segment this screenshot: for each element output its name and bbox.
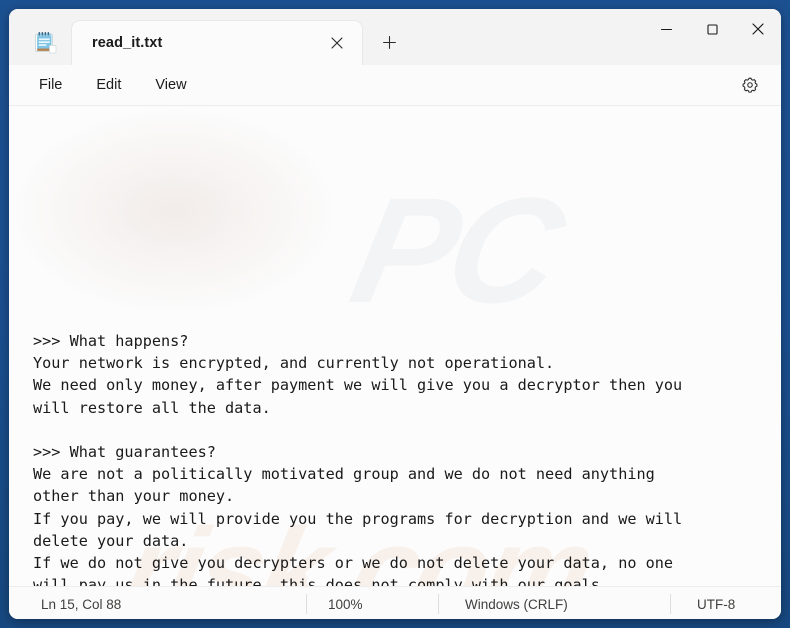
note-line: other than your money. (33, 487, 235, 506)
tab-label: read_it.txt (92, 35, 163, 51)
menu-item-file[interactable]: File (27, 72, 74, 98)
cursor-position[interactable]: Ln 15, Col 88 (41, 594, 306, 614)
note-line: >>> What guarantees? (33, 442, 216, 461)
menu-bar: File Edit View (9, 65, 781, 106)
maximize-button[interactable] (689, 9, 735, 49)
desktop-background: read_it.txt File Edit View PC risk.com >… (0, 0, 790, 628)
note-line: >>> What happens? (33, 332, 189, 350)
line-ending[interactable]: Windows (CRLF) (438, 594, 670, 614)
close-tab-icon[interactable] (322, 28, 352, 58)
note-line: delete your data. (33, 531, 189, 550)
note-line: We need only money, after payment we wil… (33, 376, 683, 395)
note-line: We are not a politically motivated group… (33, 465, 655, 484)
status-bar: Ln 15, Col 88 100% Windows (CRLF) UTF-8 (9, 586, 781, 619)
tab-strip: read_it.txt (72, 17, 406, 65)
ransom-note-text[interactable]: >>> What happens? Your network is encrypt… (9, 316, 781, 586)
watermark-blur (9, 106, 339, 316)
note-line: If we do not give you decrypters or we d… (33, 553, 674, 572)
close-window-button[interactable] (735, 9, 781, 49)
watermark-pc: PC (339, 166, 572, 334)
encoding[interactable]: UTF-8 (670, 594, 735, 614)
text-editor-area[interactable]: PC risk.com >>> What happens? Your networ… (9, 106, 781, 586)
new-tab-icon[interactable] (372, 25, 406, 59)
minimize-button[interactable] (643, 9, 689, 49)
note-line: will pay us in the future, this does not… (33, 576, 610, 586)
tab-read-it-txt[interactable]: read_it.txt (72, 21, 362, 65)
note-line: Your network is encrypted, and currently… (33, 354, 555, 373)
notepad-icon (32, 30, 58, 56)
zoom-level[interactable]: 100% (306, 594, 438, 614)
notepad-window: read_it.txt File Edit View PC risk.com >… (9, 9, 781, 619)
note-line (33, 419, 781, 441)
title-bar: read_it.txt (9, 9, 781, 65)
menu-item-edit[interactable]: Edit (84, 72, 133, 98)
note-line: If you pay, we will provide you the prog… (33, 509, 683, 528)
note-line: will restore all the data. (33, 398, 271, 417)
menu-item-view[interactable]: View (143, 72, 198, 98)
gear-icon[interactable] (735, 71, 765, 99)
window-controls (643, 9, 781, 49)
